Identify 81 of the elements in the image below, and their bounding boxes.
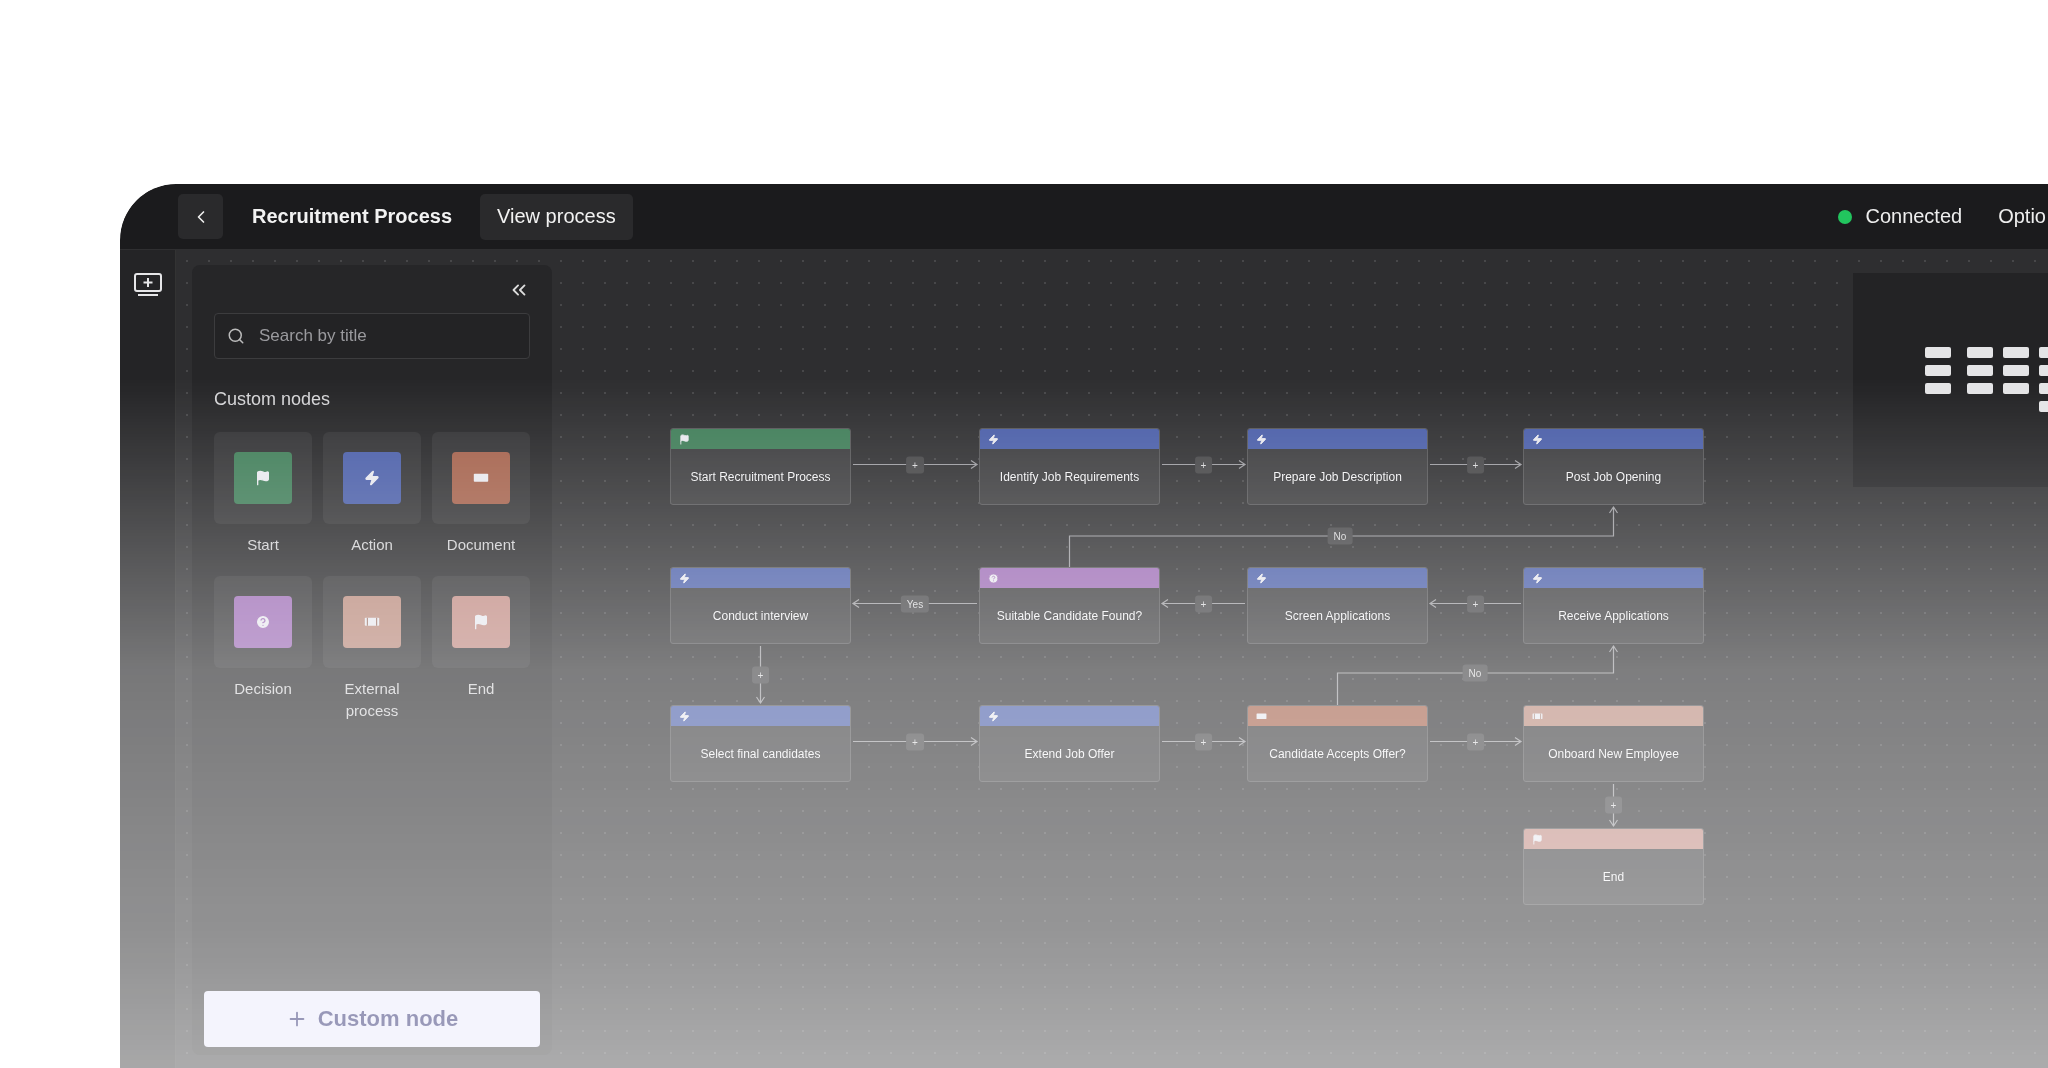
flag-icon [679, 433, 690, 445]
flow-node[interactable]: Screen Applications [1247, 567, 1428, 644]
node-label: End [466, 679, 496, 699]
rectangle-icon [364, 617, 380, 627]
node-label: Action [350, 535, 394, 555]
node-title: Post Job Opening [1564, 468, 1663, 486]
lightning-icon [364, 470, 380, 486]
edge-label[interactable]: + [1194, 456, 1213, 473]
edge-label[interactable]: + [906, 733, 924, 750]
view-process-button[interactable]: View process [480, 193, 633, 240]
custom-node-button[interactable]: Custom node [204, 991, 540, 1047]
node-title: Identify Job Requirements [998, 468, 1141, 486]
edge-label[interactable]: + [1194, 733, 1213, 750]
node-tile[interactable] [323, 576, 421, 668]
edge-label[interactable]: + [1466, 733, 1485, 750]
connection-status: Connected [1865, 205, 1963, 228]
lightning-icon [1256, 433, 1267, 445]
node-tile[interactable] [323, 432, 421, 524]
lightning-icon [1532, 433, 1543, 445]
node-title: Start Recruitment Process [689, 468, 832, 486]
status-dot [1838, 209, 1853, 224]
node-title: Select final candidates [699, 745, 822, 763]
node-tile[interactable] [214, 432, 312, 524]
lightning-icon [988, 433, 999, 445]
question-icon [988, 572, 999, 584]
flag-icon [255, 470, 271, 486]
rectangle-icon [473, 473, 489, 483]
rectangle-icon [1256, 712, 1267, 720]
edge-label[interactable]: + [1466, 456, 1485, 473]
lightning-icon [1532, 572, 1543, 584]
lightning-icon [679, 710, 690, 722]
node-title: Receive Applications [1557, 607, 1670, 625]
node-title: Candidate Accepts Offer? [1268, 745, 1407, 763]
flow-node[interactable]: Prepare Job Description [1247, 428, 1428, 505]
edge-label[interactable]: + [1466, 595, 1485, 612]
flow-node[interactable]: Start Recruitment Process [670, 428, 851, 505]
options-menu[interactable]: Optio [1998, 205, 2046, 228]
edge-label[interactable]: No [1327, 527, 1353, 545]
node-title: Onboard New Employee [1547, 745, 1680, 763]
lightning-icon [1256, 572, 1267, 584]
add-screen-icon[interactable] [132, 272, 163, 298]
flow-node[interactable]: Candidate Accepts Offer? [1247, 705, 1428, 782]
node-tile[interactable] [214, 576, 312, 668]
node-label: External process [343, 679, 401, 721]
flow-node[interactable]: Select final candidates [670, 705, 851, 782]
node-label: Decision [233, 679, 293, 699]
node-label: Document [445, 535, 517, 555]
flow-node[interactable]: Receive Applications [1523, 567, 1704, 644]
flow-node[interactable]: Suitable Candidate Found? [979, 567, 1160, 644]
edge-label[interactable]: + [751, 666, 770, 683]
flow-node[interactable]: Post Job Opening [1523, 428, 1704, 505]
flag-icon [1532, 833, 1543, 845]
rectangle-icon [1532, 712, 1543, 720]
node-title: Suitable Candidate Found? [995, 607, 1144, 625]
node-label: Start [246, 535, 280, 555]
lightning-icon [679, 572, 690, 584]
node-tile[interactable] [432, 432, 530, 524]
flow-node[interactable]: Conduct interview [670, 567, 851, 644]
flow-node[interactable]: Extend Job Offer [979, 705, 1160, 782]
flow-node[interactable]: Identify Job Requirements [979, 428, 1160, 505]
edge-label[interactable]: + [1604, 796, 1623, 814]
search-icon [227, 327, 245, 345]
flow-node[interactable]: Onboard New Employee [1523, 705, 1704, 782]
process-title: Recruitment Process [252, 205, 453, 228]
node-title: Conduct interview [711, 607, 810, 625]
edge-label[interactable]: Yes [900, 595, 930, 612]
lightning-icon [988, 710, 999, 722]
node-tile[interactable] [432, 576, 530, 668]
node-title: Extend Job Offer [1023, 745, 1116, 763]
node-title: End [1601, 868, 1626, 886]
node-title: Prepare Job Description [1272, 468, 1403, 486]
edge-label[interactable]: + [1194, 595, 1213, 612]
flow-node[interactable]: End [1523, 828, 1704, 905]
question-icon [255, 614, 271, 630]
connector-arrow [755, 645, 766, 705]
edge-label[interactable]: + [906, 456, 924, 473]
section-title: Custom nodes [214, 389, 332, 410]
node-title: Screen Applications [1283, 607, 1392, 625]
flag-icon [473, 614, 489, 630]
edge-label[interactable]: No [1462, 664, 1488, 682]
search-field[interactable]: Search by title [214, 313, 530, 359]
